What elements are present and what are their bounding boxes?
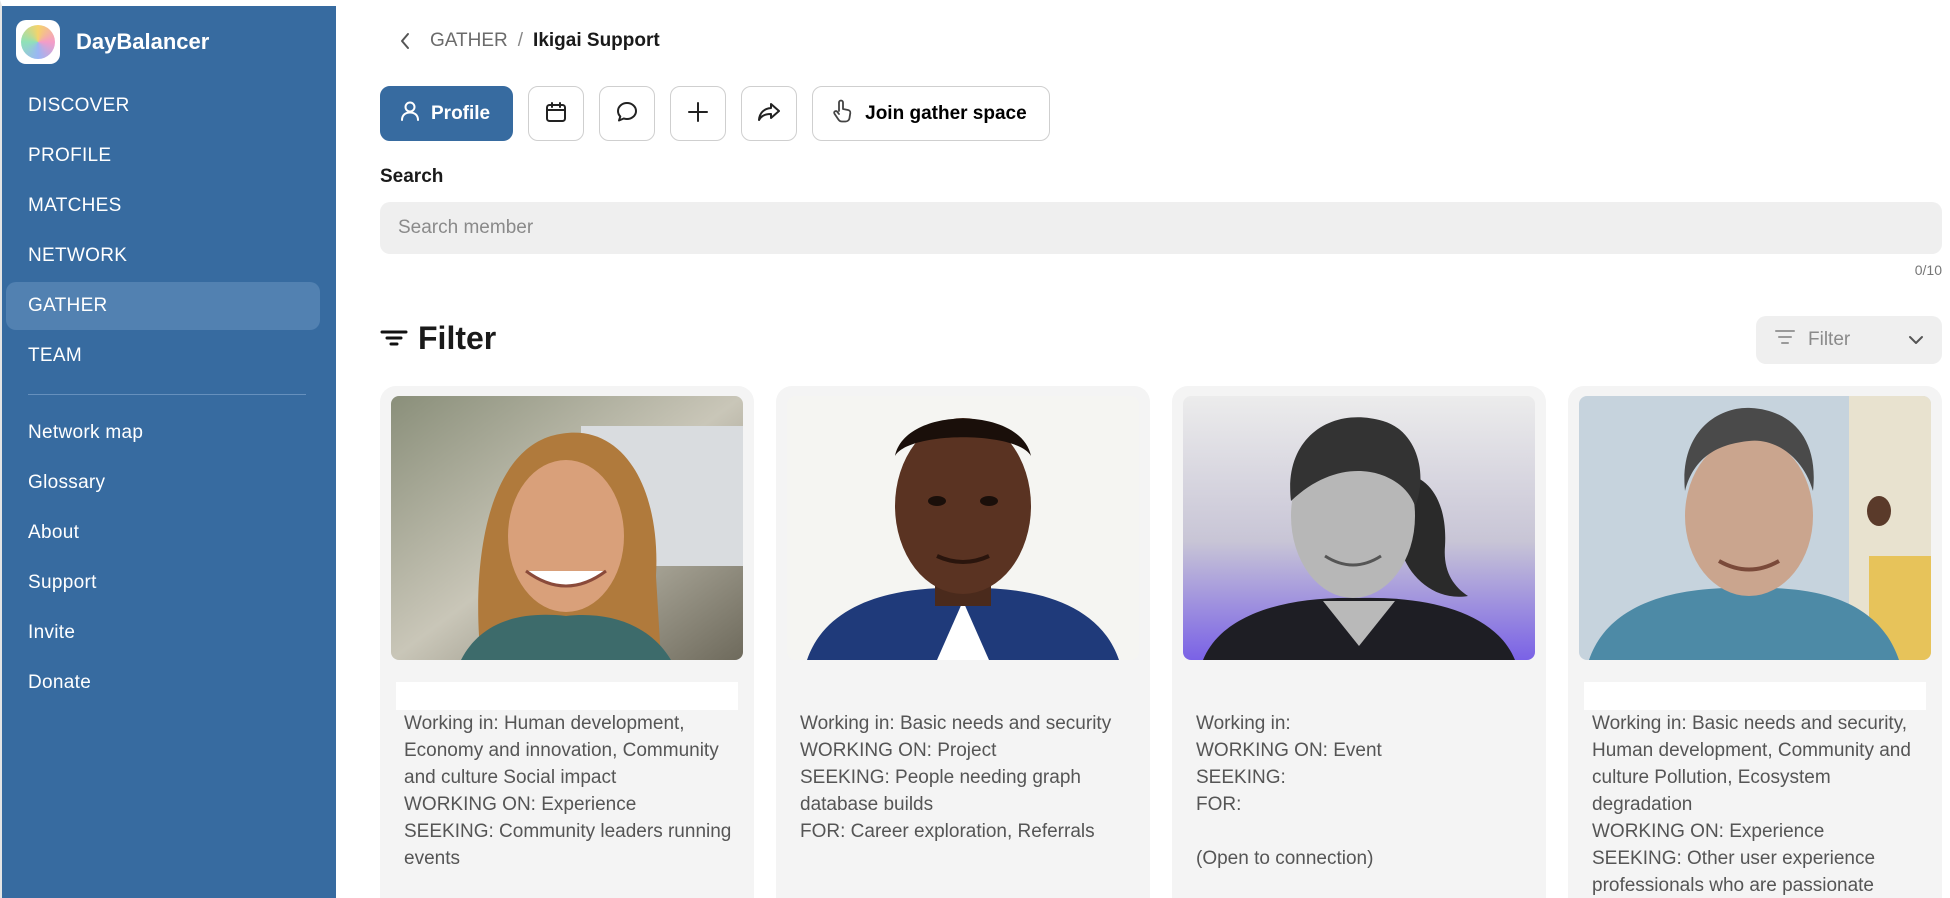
brand[interactable]: DayBalancer (2, 6, 336, 78)
nav-divider (28, 394, 306, 395)
filter-icon (1774, 328, 1796, 352)
filter-lines-icon (380, 320, 408, 357)
nav-item-donate[interactable]: Donate (6, 659, 320, 707)
filter-dropdown[interactable]: Filter (1756, 316, 1942, 364)
member-summary: Working in: Human development, Economy a… (404, 713, 732, 869)
member-summary: Working in: Basic needs and security, Hu… (1592, 713, 1911, 896)
nav-item-gather[interactable]: GATHER (6, 282, 320, 330)
member-photo (787, 396, 1139, 660)
filter-heading: Filter (380, 320, 496, 357)
main-content: GATHER / Ikigai Support Profile Join gat… (380, 0, 1950, 898)
card-divider (396, 682, 738, 710)
nav-item-matches[interactable]: MATCHES (6, 182, 320, 230)
breadcrumb-separator: / (517, 30, 524, 51)
chevron-down-icon (1908, 329, 1924, 351)
calendar-icon (544, 100, 568, 127)
breadcrumb-current: Ikigai Support (533, 30, 660, 51)
search-member-input[interactable] (380, 202, 1942, 254)
sidebar: DayBalancer DISCOVER PROFILE MATCHES NET… (0, 0, 336, 898)
toolbar: Profile Join gather space (380, 86, 1050, 141)
member-card[interactable]: Working in: Human development, Economy a… (380, 386, 754, 898)
nav-item-team[interactable]: TEAM (6, 332, 320, 380)
filter-title: Filter (418, 320, 497, 356)
secondary-nav: Network map Glossary About Support Invit… (2, 409, 336, 707)
nav-item-network[interactable]: NETWORK (6, 232, 320, 280)
search-char-count: 0/10 (1914, 262, 1942, 278)
nav-item-support[interactable]: Support (6, 559, 320, 607)
calendar-button[interactable] (528, 86, 585, 141)
nav-item-about[interactable]: About (6, 509, 320, 557)
join-gather-space-label: Join gather space (865, 102, 1027, 124)
app-logo (16, 20, 60, 64)
nav-item-glossary[interactable]: Glossary (6, 459, 320, 507)
search-label: Search (380, 166, 444, 187)
member-card[interactable]: Working in: Basic needs and security, Hu… (1568, 386, 1942, 898)
join-gather-space-button[interactable]: Join gather space (812, 86, 1050, 141)
app-name: DayBalancer (76, 29, 210, 54)
share-button[interactable] (741, 86, 798, 141)
share-icon (756, 100, 782, 127)
plus-icon (686, 100, 710, 127)
nav-item-network-map[interactable]: Network map (6, 409, 320, 457)
nav-item-profile[interactable]: PROFILE (6, 132, 320, 180)
profile-button-label: Profile (431, 102, 491, 124)
member-photo (1183, 396, 1535, 660)
add-button[interactable] (670, 86, 727, 141)
person-icon (399, 100, 421, 128)
member-summary: Working in: WORKING ON: Event SEEKING: F… (1196, 713, 1382, 869)
primary-nav: DISCOVER PROFILE MATCHES NETWORK GATHER … (2, 82, 336, 380)
nav-item-discover[interactable]: DISCOVER (6, 82, 320, 130)
hand-pointer-icon (831, 99, 853, 129)
chat-button[interactable] (599, 86, 656, 141)
member-cards: Working in: Human development, Economy a… (380, 386, 1950, 898)
breadcrumb: GATHER / Ikigai Support (394, 30, 660, 52)
back-chevron-icon[interactable] (394, 30, 416, 52)
breadcrumb-parent[interactable]: GATHER (430, 30, 508, 52)
member-card[interactable]: Working in: Basic needs and security WOR… (776, 386, 1150, 898)
card-divider (1584, 682, 1926, 710)
member-card[interactable]: Working in: WORKING ON: Event SEEKING: F… (1172, 386, 1546, 898)
chat-icon (615, 100, 639, 127)
nav-item-invite[interactable]: Invite (6, 609, 320, 657)
member-photo (391, 396, 743, 660)
profile-button[interactable]: Profile (380, 86, 514, 141)
filter-dropdown-label: Filter (1808, 329, 1851, 350)
member-photo (1579, 396, 1931, 660)
member-summary: Working in: Basic needs and security WOR… (800, 713, 1112, 842)
